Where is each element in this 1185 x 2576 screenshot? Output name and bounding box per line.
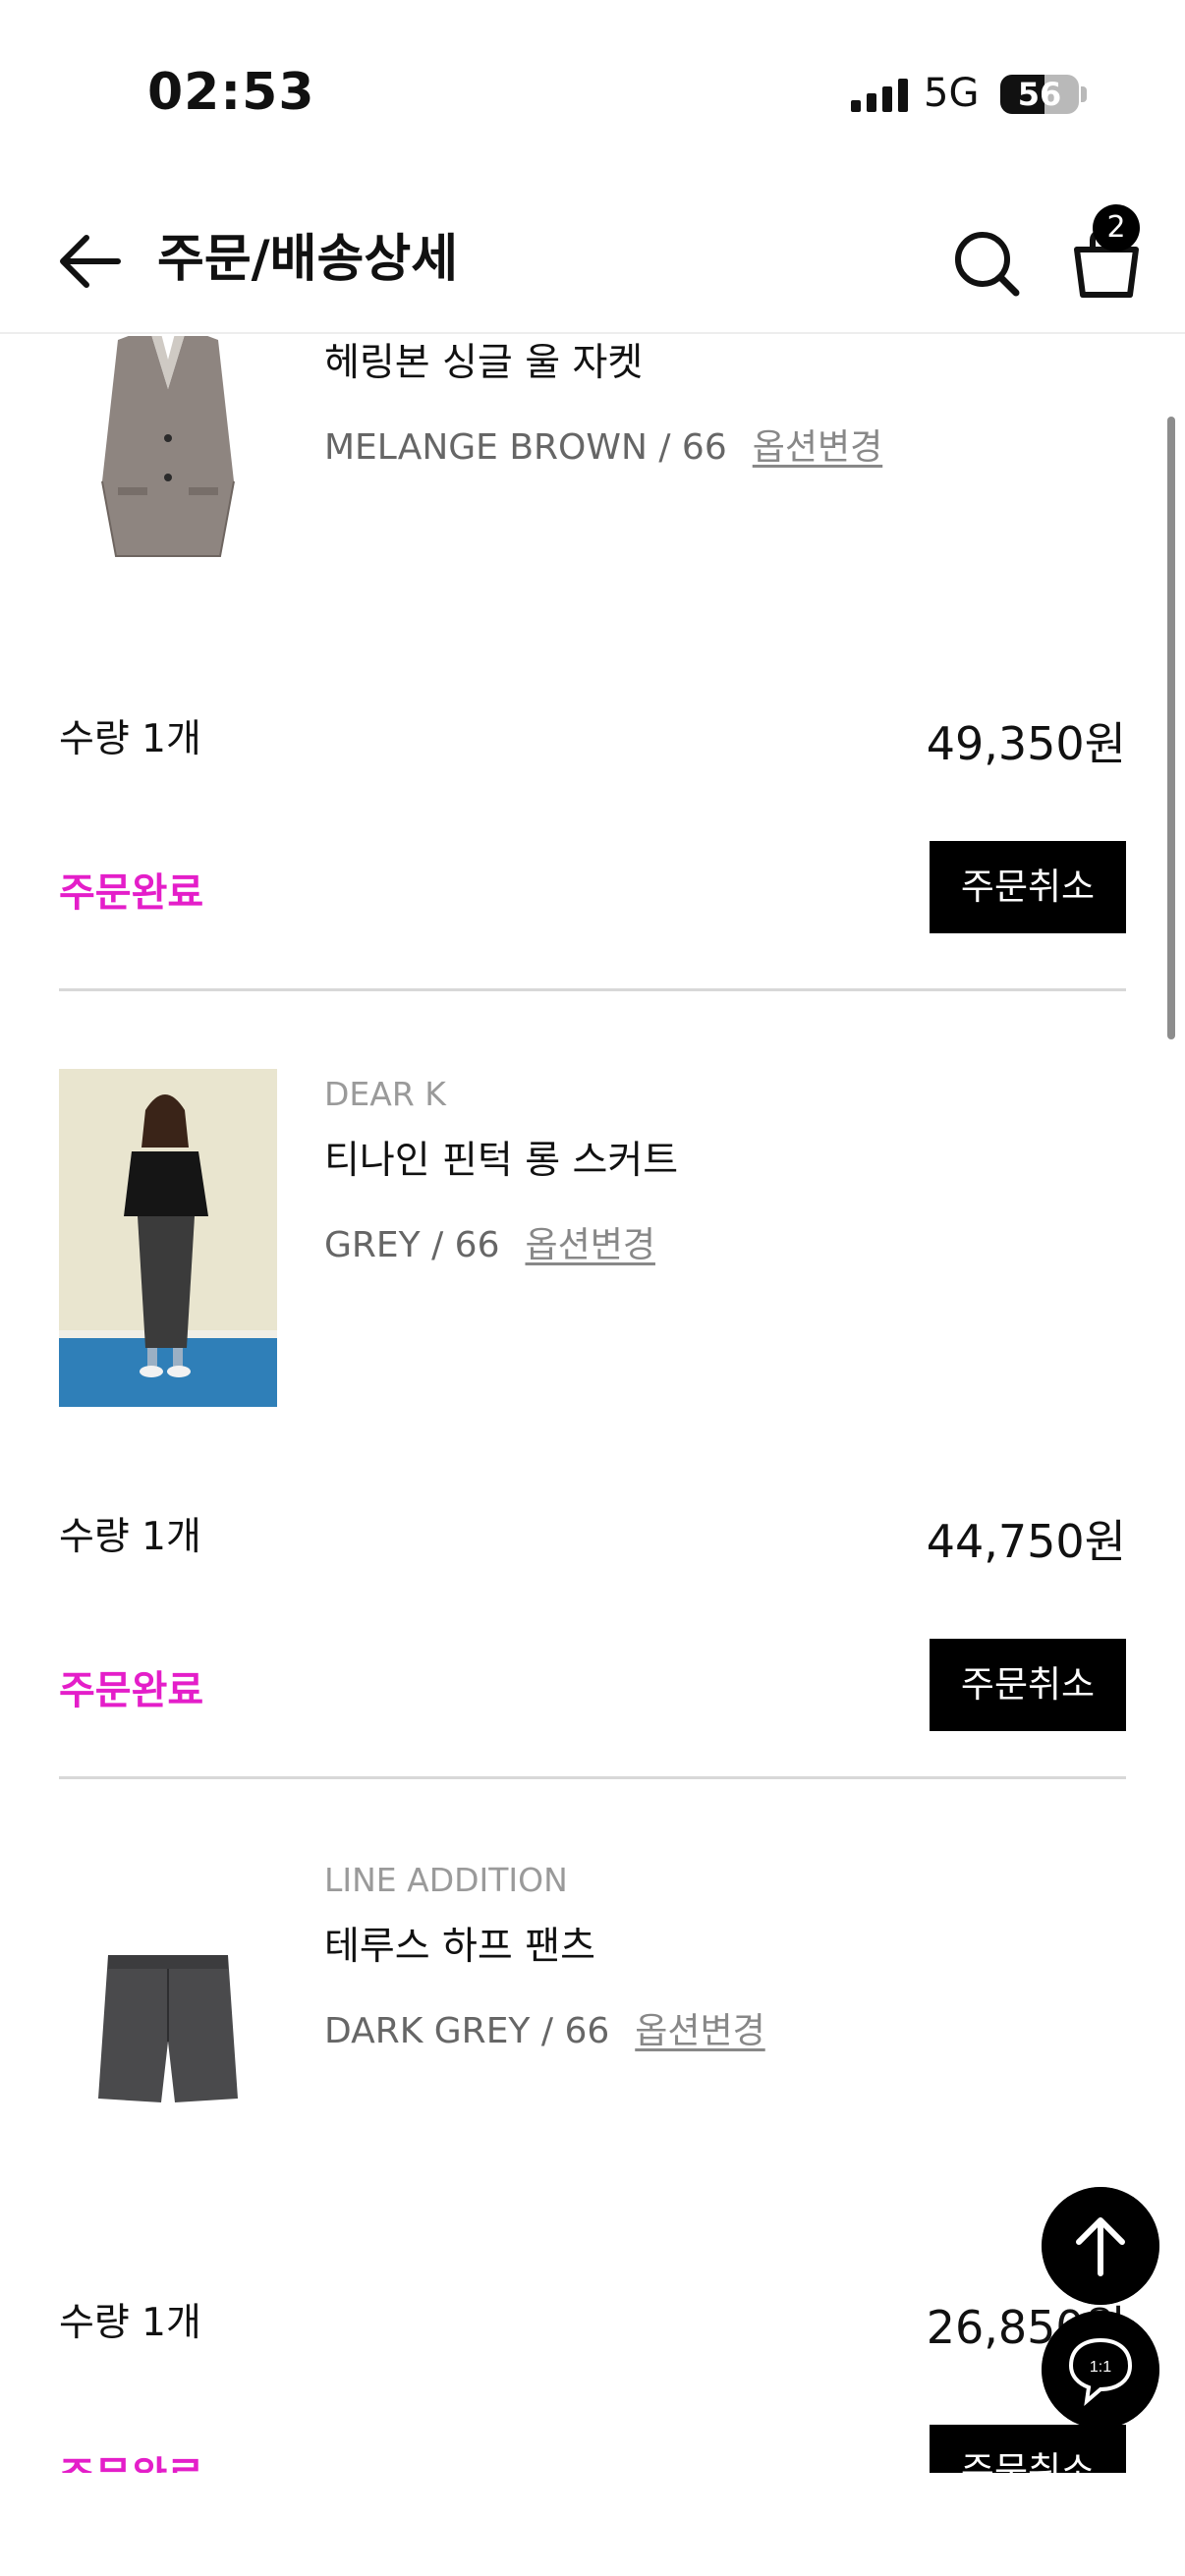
cart-count-badge: 2 <box>1093 204 1140 252</box>
product-image-skirt[interactable] <box>59 1069 277 1407</box>
back-arrow-icon[interactable] <box>55 226 126 297</box>
network-label: 5G <box>924 71 980 116</box>
divider <box>59 1776 1126 1779</box>
product-option: GREY / 66 <box>324 1225 500 1265</box>
chat-label: 1:1 <box>1090 2359 1111 2376</box>
order-status: 주문완료 <box>59 2444 203 2473</box>
product-option-row: MELANGE BROWN / 66 옵션변경 <box>324 419 882 470</box>
search-icon[interactable] <box>951 220 1022 299</box>
order-item: DEAR K 티나인 핀턱 롱 스커트 GREY / 66 옵션변경 수량 1개 … <box>59 1069 1126 1796</box>
product-image-jacket[interactable] <box>59 336 277 609</box>
product-brand: DEAR K <box>324 1075 446 1113</box>
option-change-link[interactable]: 옵션변경 <box>635 2011 764 2051</box>
quantity-label: 수량 1개 <box>59 2301 201 2345</box>
quantity-label: 수량 1개 <box>59 717 201 761</box>
chat-button[interactable]: 1:1 <box>1042 2311 1159 2429</box>
product-option-row: DARK GREY / 66 옵션변경 <box>324 2002 765 2053</box>
order-status: 주문완료 <box>59 1668 204 1713</box>
product-option-row: GREY / 66 옵션변경 <box>324 1216 655 1267</box>
status-time: 02:53 <box>147 63 315 122</box>
order-item: LINE ADDITION 테루스 하프 팬츠 DARK GREY / 66 옵션… <box>59 1855 1126 2473</box>
scroll-to-top-button[interactable] <box>1042 2187 1159 2305</box>
product-image-pants[interactable] <box>59 1855 277 2193</box>
price: 49,350원 <box>926 717 1126 770</box>
option-change-link[interactable]: 옵션변경 <box>525 1225 654 1265</box>
battery-nub <box>1081 86 1087 102</box>
page-title: 주문/배송상세 <box>157 230 459 289</box>
product-option: MELANGE BROWN / 66 <box>324 427 727 468</box>
product-name[interactable]: 헤링본 싱글 울 자켓 <box>324 336 643 387</box>
quantity-label: 수량 1개 <box>59 1515 201 1559</box>
cancel-order-button[interactable]: 주문취소 <box>930 841 1126 933</box>
cancel-order-button[interactable]: 주문취소 <box>930 2425 1126 2473</box>
product-name[interactable]: 테루스 하프 팬츠 <box>324 1916 595 1971</box>
option-change-link[interactable]: 옵션변경 <box>753 427 882 468</box>
status-bar: 02:53 5G 56 <box>0 0 1185 196</box>
signal-icon <box>851 79 908 112</box>
app-header: 주문/배송상세 <box>0 196 1185 334</box>
product-name[interactable]: 티나인 핀턱 롱 스커트 <box>324 1130 678 1185</box>
price: 44,750원 <box>926 1515 1126 1568</box>
cancel-order-button[interactable]: 주문취소 <box>930 1639 1126 1731</box>
order-detail-list[interactable]: 헤링본 싱글 울 자켓 MELANGE BROWN / 66 옵션변경 수량 1개… <box>0 336 1185 2473</box>
divider <box>59 988 1126 991</box>
product-option: DARK GREY / 66 <box>324 2011 610 2051</box>
order-item: 헤링본 싱글 울 자켓 MELANGE BROWN / 66 옵션변경 수량 1개… <box>59 336 1126 998</box>
order-status: 주문완료 <box>59 870 204 916</box>
battery-level: 56 <box>1017 76 1062 113</box>
battery-icon: 56 <box>1000 75 1079 114</box>
scrollbar[interactable] <box>1167 417 1175 1039</box>
product-brand: LINE ADDITION <box>324 1861 568 1899</box>
